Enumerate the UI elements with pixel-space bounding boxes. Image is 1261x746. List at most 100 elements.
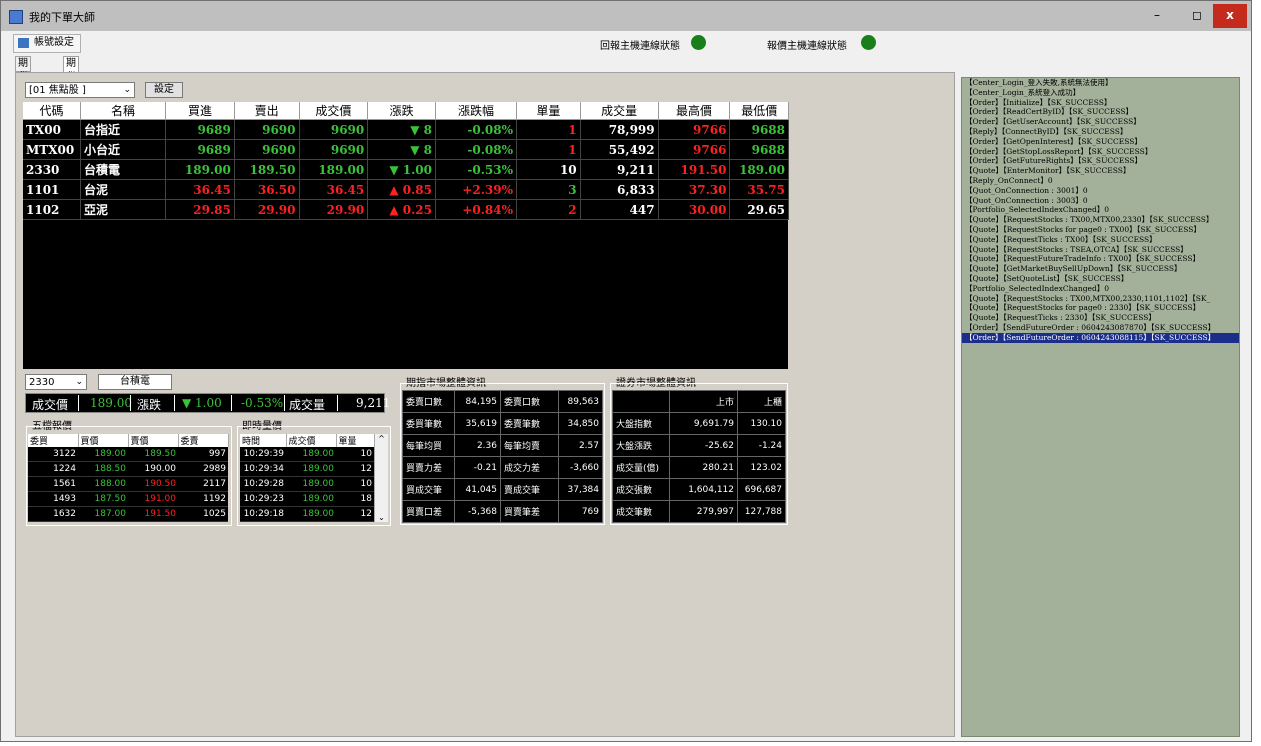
cell-bid: 36.45 [165,179,235,200]
log-entry[interactable]: 【Order】【GetUserAccount】【SK_SUCCESS】 [962,117,1239,127]
ask-price: 190.00 [128,461,178,477]
message-log[interactable]: 【Center_Login_登入失敗,系統無法使用】 【Center_Login… [961,77,1240,737]
list-item: 1632 187.00 191.50 1025 [28,506,228,522]
tab-futures-order[interactable]: 期貨下單 [15,56,31,111]
tick-time: 10:29:23 [240,491,286,507]
last-price-label: 成交價 [32,398,69,412]
bid-price: 188.00 [78,476,128,492]
ticks-scrollbar[interactable]: ^ ⌄ [374,434,388,522]
quote-status-label: 報價主機連線狀態 [767,41,847,52]
col-bid[interactable]: 買進 [165,102,235,120]
cell-bid: 9689 [165,139,235,160]
log-entry[interactable]: 【Quote】【GetMarketBuySellUpDown】【SK_SUCCE… [962,264,1239,274]
log-entry[interactable]: 【Quote】【SetQuoteList】【SK_SUCCESS】 [962,274,1239,284]
set-button[interactable]: 設定 [145,82,183,98]
tick-qty: 10 [336,476,374,492]
market-label: 委買筆數 [402,412,455,435]
cell-change-pct: +2.39% [435,179,518,200]
scroll-up-icon[interactable]: ^ [375,434,388,443]
log-entry[interactable]: 【Center_Login_系統登入成功】 [962,88,1239,98]
account-settings-button[interactable]: 帳號設定 [13,34,81,53]
log-entry[interactable]: 【Quote】【RequestStocks for page0 : TX00】【… [962,225,1239,235]
log-entry[interactable]: 【Quote】【RequestTicks : TX00】【SK_SUCCESS】 [962,235,1239,245]
log-entry[interactable]: 【Reply_OnConnect】0 [962,176,1239,186]
log-entry[interactable]: 【Quote】【RequestStocks : TX00,MTX00,2330,… [962,294,1239,304]
market-value: -5,368 [454,500,501,523]
close-button[interactable]: x [1213,4,1247,28]
log-entry[interactable]: 【Quote】【RequestTicks : 2330】【SK_SUCCESS】 [962,313,1239,323]
bid-qty: 1561 [28,476,78,492]
market-label: 大盤漲跌 [612,434,670,457]
list-item: 成交筆數 279,997 127,788 [612,500,786,523]
log-entry[interactable]: 【Quote】【RequestStocks : TX00,MTX00,2330】… [962,215,1239,225]
cell-ask: 189.50 [234,159,300,180]
stock-code-select[interactable]: 2330 ⌄ [25,374,87,390]
log-entry[interactable]: 【Quote】【EnterMonitor】【SK_SUCCESS】 [962,166,1239,176]
col-high[interactable]: 最高價 [658,102,731,120]
minimize-button[interactable]: – [1137,4,1177,28]
volume-value: 9,211 [356,396,391,410]
cell-bid: 9689 [165,119,235,140]
log-entry[interactable]: 【Order】【GetStopLossReport】【SK_SUCCESS】 [962,147,1239,157]
list-item: 10:29:28 189.00 10 [240,476,374,492]
stock-summary-bar: 成交價 189.00 漲跌 ▼ 1.00 -0.53% 成交量 9,211 [25,393,390,413]
log-entry[interactable]: 【Quot_OnConnection : 3003】0 [962,196,1239,206]
market-label: 成交量(億) [612,456,670,479]
cell-low: 9688 [729,119,789,140]
log-entry[interactable]: 【Order】【SendFutureOrder : 0604243087870】… [962,323,1239,333]
log-entry[interactable]: 【Order】【Initialize】【SK_SUCCESS】 [962,98,1239,108]
five-level-table: 委買 買價 賣價 委賣 3122 189.00 189.50 997 1224 … [28,434,229,522]
log-entry[interactable]: 【Reply】【ConnectByID】【SK_SUCCESS】 [962,127,1239,137]
market-label: 成交筆數 [612,500,670,523]
scroll-down-icon[interactable]: ⌄ [375,513,388,522]
quote-status-indicator [861,35,876,50]
col-name[interactable]: 名稱 [80,102,167,120]
log-entry[interactable]: 【Portfolio_SelectedIndexChanged】0 [962,284,1239,294]
table-row[interactable]: TX00 台指近 9689 9690 9690 ▼ 8 -0.08% 1 78,… [23,119,789,140]
col-qty[interactable]: 單量 [516,102,581,120]
list-item: 10:29:23 189.00 18 [240,491,374,507]
stock-name-button[interactable]: 台積電 [98,374,172,390]
maximize-button[interactable]: ◻ [1177,4,1217,28]
col-low[interactable]: 最低價 [729,102,789,120]
cell-ask: 29.90 [234,199,300,220]
col-change[interactable]: 漲跌 [367,102,436,120]
list-item: 委買筆數 35,619 委賣筆數 34,850 [402,412,603,435]
table-row[interactable]: MTX00 小台近 9689 9690 9690 ▼ 8 -0.08% 1 55… [23,139,789,160]
tick-price: 189.00 [286,506,336,522]
log-entry[interactable]: 【Quot_OnConnection : 3001】0 [962,186,1239,196]
col-last[interactable]: 成交價 [299,102,369,120]
log-entry[interactable]: 【Order】【GetOpenInterest】【SK_SUCCESS】 [962,137,1239,147]
ticks-table[interactable]: 時間 成交價 單量 10:29:39 189.00 10 10:29:34 18… [240,434,375,522]
log-entry[interactable]: 【Order】【ReadCertByID】【SK_SUCCESS】 [962,107,1239,117]
col-change-pct[interactable]: 漲跌幅 [435,102,518,120]
table-row[interactable]: 1102 亞泥 29.85 29.90 29.90 ▲ 0.25 +0.84% … [23,199,789,220]
log-entry[interactable]: 【Portfolio_SelectedIndexChanged】0 [962,205,1239,215]
market-label: 委賣筆數 [500,412,559,435]
log-entry-selected[interactable]: 【Order】【SendFutureOrder : 0604243088115】… [962,332,1239,343]
quote-grid[interactable]: 代碼 名稱 買進 賣出 成交價 漲跌 漲跌幅 單量 成交量 最高價 最低價 TX… [23,102,789,369]
col-code[interactable]: 代碼 [23,102,81,120]
cell-volume: 447 [580,199,659,220]
cell-change: ▲ 0.25 [367,199,436,220]
col-volume[interactable]: 成交量 [580,102,659,120]
market-value: 41,045 [454,478,501,501]
quote-table: 代碼 名稱 買進 賣出 成交價 漲跌 漲跌幅 單量 成交量 最高價 最低價 TX… [23,102,789,220]
market-label: 大盤指數 [612,412,670,435]
market-value: 769 [558,500,603,523]
log-entry[interactable]: 【Quote】【RequestStocks : TSEA,OTCA】【SK_SU… [962,245,1239,255]
log-entry[interactable]: 【Quote】【RequestFutureTradeInfo : TX00】【S… [962,254,1239,264]
table-row[interactable]: 1101 台泥 36.45 36.50 36.45 ▲ 0.85 +2.39% … [23,179,789,200]
ask-qty: 2989 [178,461,228,477]
log-entry[interactable]: 【Order】【GetFutureRights】【SK_SUCCESS】 [962,156,1239,166]
market-value: 280.21 [669,456,738,479]
tick-price: 189.00 [286,476,336,492]
log-entry[interactable]: 【Quote】【RequestStocks for page0 : 2330】【… [962,303,1239,313]
table-row[interactable]: 2330 台積電 189.00 189.50 189.00 ▼ 1.00 -0.… [23,159,789,180]
log-entry[interactable]: 【Center_Login_登入失敗,系統無法使用】 [962,78,1239,88]
cell-change-pct: -0.08% [435,139,518,160]
group-select[interactable]: [01 焦點股 ] ⌄ [25,82,135,98]
market-value: -1.24 [737,434,786,457]
col-ask[interactable]: 賣出 [234,102,300,120]
tab-futures-quote[interactable]: 期貨報價 [63,56,79,111]
